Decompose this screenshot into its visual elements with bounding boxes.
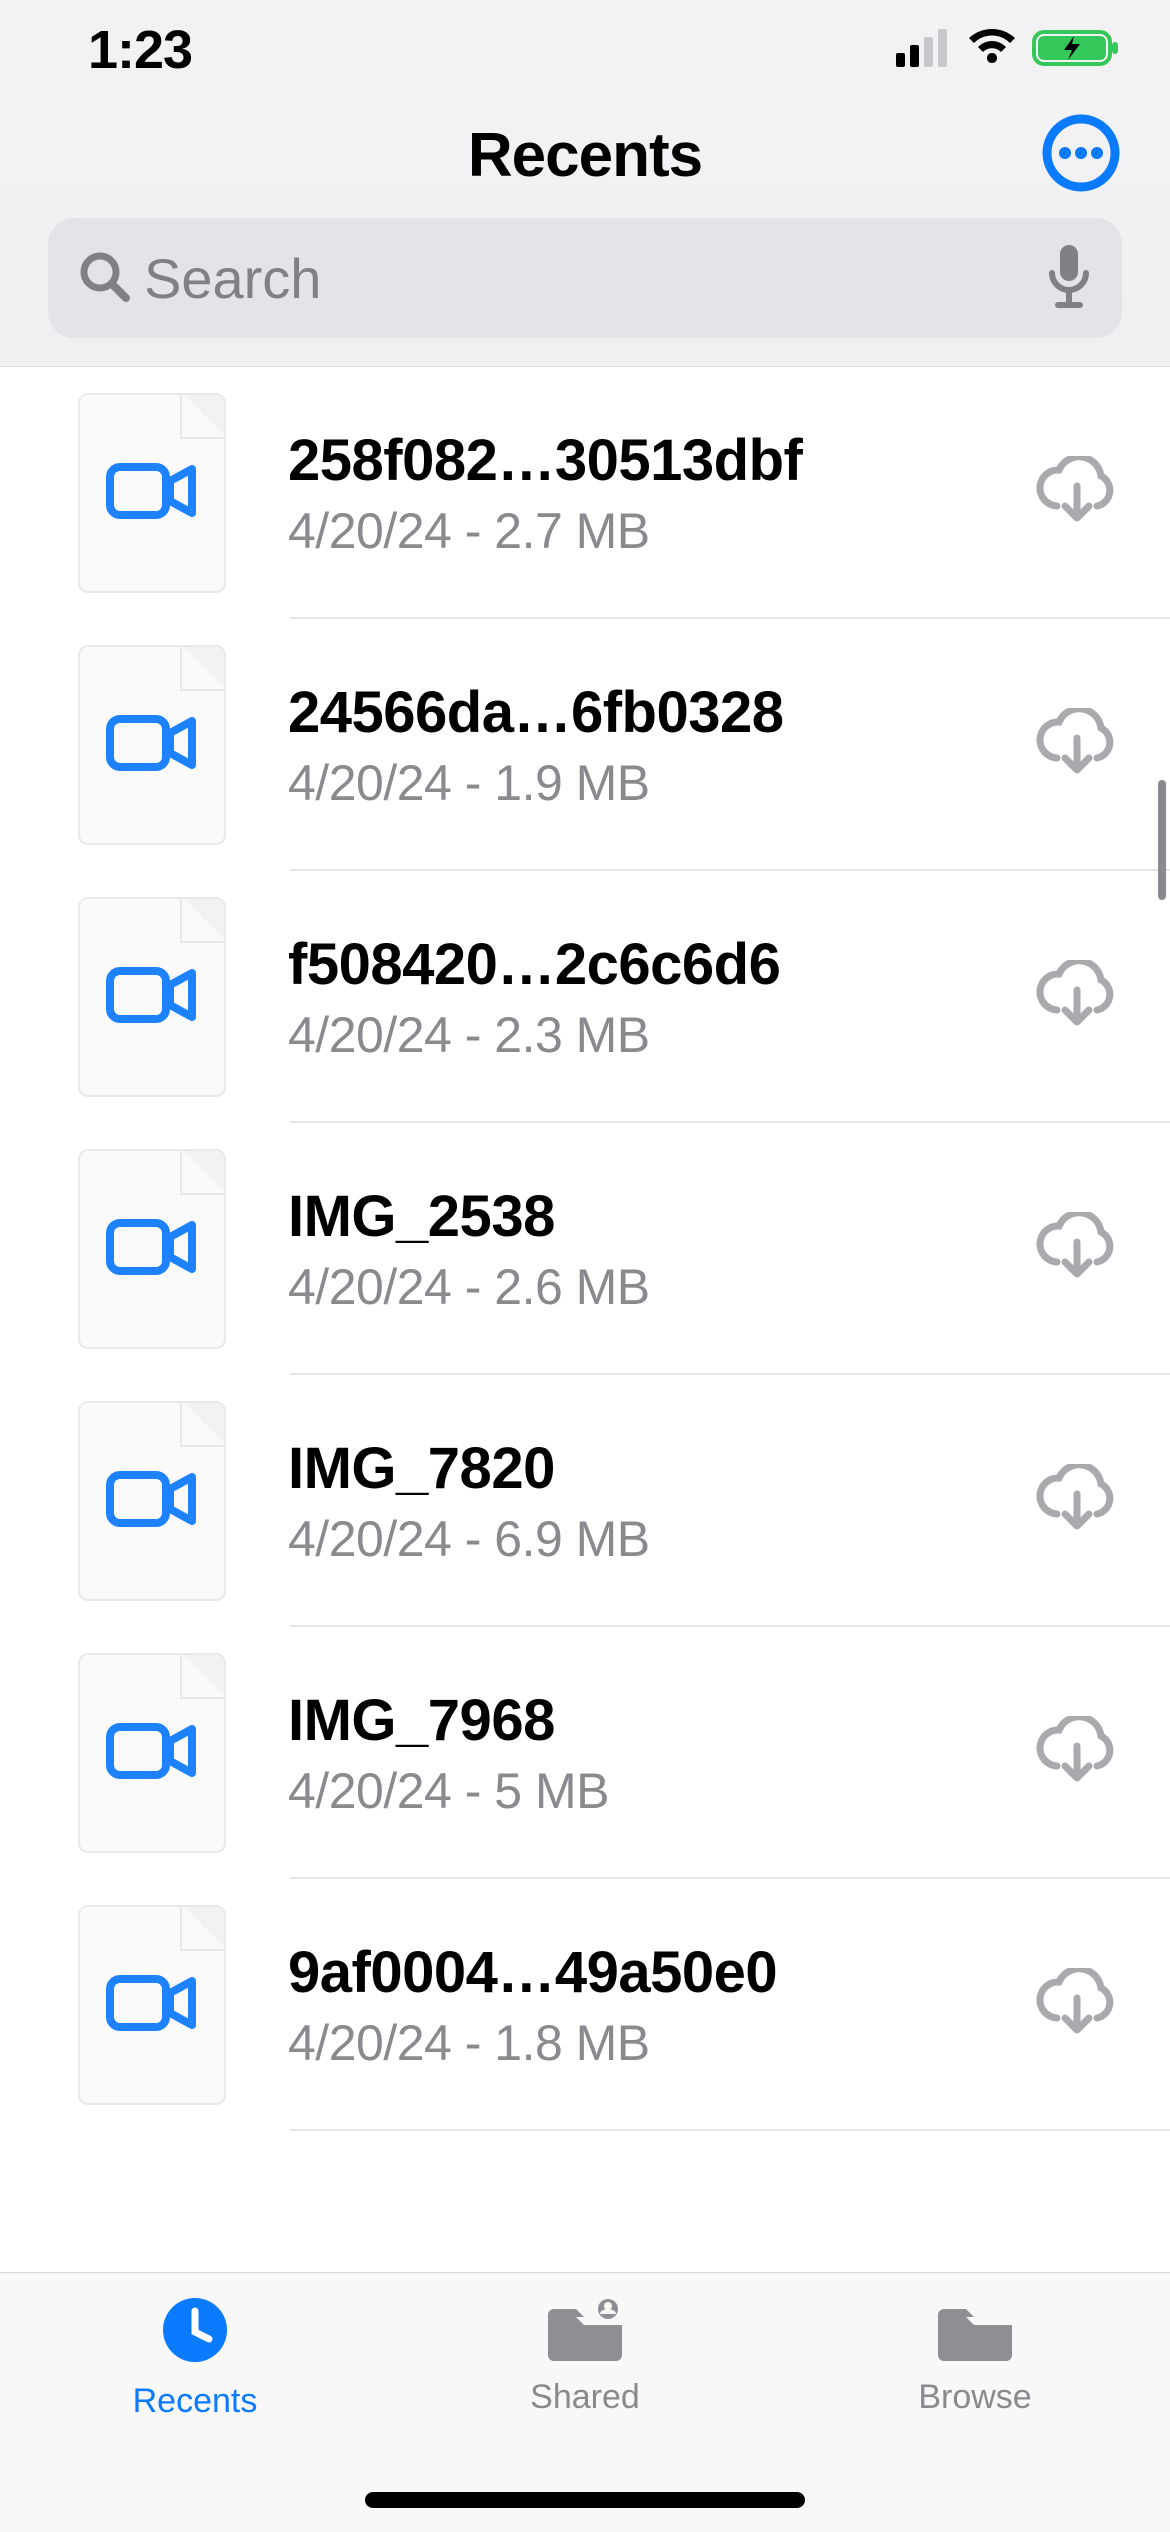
status-indicators — [896, 28, 1122, 73]
page-title: Recents — [468, 120, 702, 191]
video-icon — [106, 713, 198, 778]
file-row[interactable]: 24566da…6fb0328 4/20/24 - 1.9 MB — [0, 619, 1170, 871]
file-thumbnail — [78, 645, 226, 845]
file-info: f508420…2c6c6d6 4/20/24 - 2.3 MB — [288, 931, 1008, 1064]
download-button[interactable] — [1032, 1960, 1122, 2050]
file-thumbnail — [78, 393, 226, 593]
file-info: IMG_7820 4/20/24 - 6.9 MB — [288, 1435, 1008, 1568]
scroll-indicator[interactable] — [1158, 780, 1166, 900]
video-icon — [106, 1973, 198, 2038]
file-info: 24566da…6fb0328 4/20/24 - 1.9 MB — [288, 679, 1008, 812]
dictate-button[interactable] — [1044, 241, 1094, 316]
file-thumbnail — [78, 1905, 226, 2105]
microphone-icon — [1044, 298, 1094, 315]
download-button[interactable] — [1032, 1708, 1122, 1798]
tab-bar: Recents Shared Browse — [0, 2272, 1170, 2532]
file-thumbnail — [78, 897, 226, 1097]
file-subtitle: 4/20/24 - 6.9 MB — [288, 1510, 1008, 1568]
file-row[interactable]: IMG_7968 4/20/24 - 5 MB — [0, 1627, 1170, 1879]
download-button[interactable] — [1032, 700, 1122, 790]
file-subtitle: 4/20/24 - 1.8 MB — [288, 2014, 1008, 2072]
file-row[interactable]: f508420…2c6c6d6 4/20/24 - 2.3 MB — [0, 871, 1170, 1123]
tab-recents[interactable]: Recents — [65, 2295, 325, 2532]
file-name: f508420…2c6c6d6 — [288, 931, 1008, 998]
file-name: 258f082…30513dbf — [288, 427, 1008, 494]
tab-label: Recents — [133, 2382, 258, 2421]
file-info: IMG_7968 4/20/24 - 5 MB — [288, 1687, 1008, 1820]
download-button[interactable] — [1032, 1456, 1122, 1546]
tab-browse[interactable]: Browse — [845, 2295, 1105, 2532]
folder-shared-icon — [542, 2295, 628, 2366]
file-info: 9af0004…49a50e0 4/20/24 - 1.8 MB — [288, 1939, 1008, 2072]
download-button[interactable] — [1032, 1204, 1122, 1294]
status-time: 1:23 — [88, 19, 192, 81]
video-icon — [106, 1217, 198, 1282]
ellipsis-circle-icon — [1041, 113, 1121, 198]
search-field[interactable] — [48, 218, 1122, 338]
file-list[interactable]: 258f082…30513dbf 4/20/24 - 2.7 MB 24566d… — [0, 367, 1170, 2211]
video-icon — [106, 1469, 198, 1534]
file-name: IMG_7820 — [288, 1435, 1008, 1502]
file-name: IMG_7968 — [288, 1687, 1008, 1754]
status-bar: 1:23 — [0, 0, 1170, 100]
cloud-download-icon — [1033, 1464, 1121, 1539]
search-icon — [76, 248, 132, 309]
file-thumbnail — [78, 1401, 226, 1601]
tab-label: Shared — [530, 2378, 640, 2417]
cloud-download-icon — [1033, 1212, 1121, 1287]
file-info: IMG_2538 4/20/24 - 2.6 MB — [288, 1183, 1008, 1316]
folder-icon — [932, 2295, 1018, 2366]
cellular-icon — [896, 29, 952, 72]
more-button[interactable] — [1040, 114, 1122, 196]
file-row[interactable]: 9af0004…49a50e0 4/20/24 - 1.8 MB — [0, 1879, 1170, 2131]
header: Recents — [0, 100, 1170, 367]
video-icon — [106, 965, 198, 1030]
video-icon — [106, 461, 198, 526]
download-button[interactable] — [1032, 952, 1122, 1042]
cloud-download-icon — [1033, 1716, 1121, 1791]
file-thumbnail — [78, 1653, 226, 1853]
file-info: 258f082…30513dbf 4/20/24 - 2.7 MB — [288, 427, 1008, 560]
wifi-icon — [966, 29, 1018, 72]
download-button[interactable] — [1032, 448, 1122, 538]
clock-icon — [160, 2295, 230, 2370]
file-row[interactable]: 258f082…30513dbf 4/20/24 - 2.7 MB — [0, 367, 1170, 619]
video-icon — [106, 1721, 198, 1786]
search-input[interactable] — [144, 246, 1032, 311]
file-row[interactable]: IMG_2538 4/20/24 - 2.6 MB — [0, 1123, 1170, 1375]
cloud-download-icon — [1033, 1968, 1121, 2043]
file-row[interactable] — [0, 2131, 1170, 2211]
file-row[interactable]: IMG_7820 4/20/24 - 6.9 MB — [0, 1375, 1170, 1627]
file-subtitle: 4/20/24 - 1.9 MB — [288, 754, 1008, 812]
file-name: IMG_2538 — [288, 1183, 1008, 1250]
file-thumbnail — [78, 1149, 226, 1349]
file-subtitle: 4/20/24 - 5 MB — [288, 1762, 1008, 1820]
cloud-download-icon — [1033, 456, 1121, 531]
battery-charging-icon — [1032, 28, 1122, 73]
cloud-download-icon — [1033, 960, 1121, 1035]
file-subtitle: 4/20/24 - 2.6 MB — [288, 1258, 1008, 1316]
file-subtitle: 4/20/24 - 2.7 MB — [288, 502, 1008, 560]
file-name: 9af0004…49a50e0 — [288, 1939, 1008, 2006]
home-indicator[interactable] — [365, 2492, 805, 2508]
file-subtitle: 4/20/24 - 2.3 MB — [288, 1006, 1008, 1064]
file-name: 24566da…6fb0328 — [288, 679, 1008, 746]
cloud-download-icon — [1033, 708, 1121, 783]
tab-label: Browse — [918, 2378, 1031, 2417]
